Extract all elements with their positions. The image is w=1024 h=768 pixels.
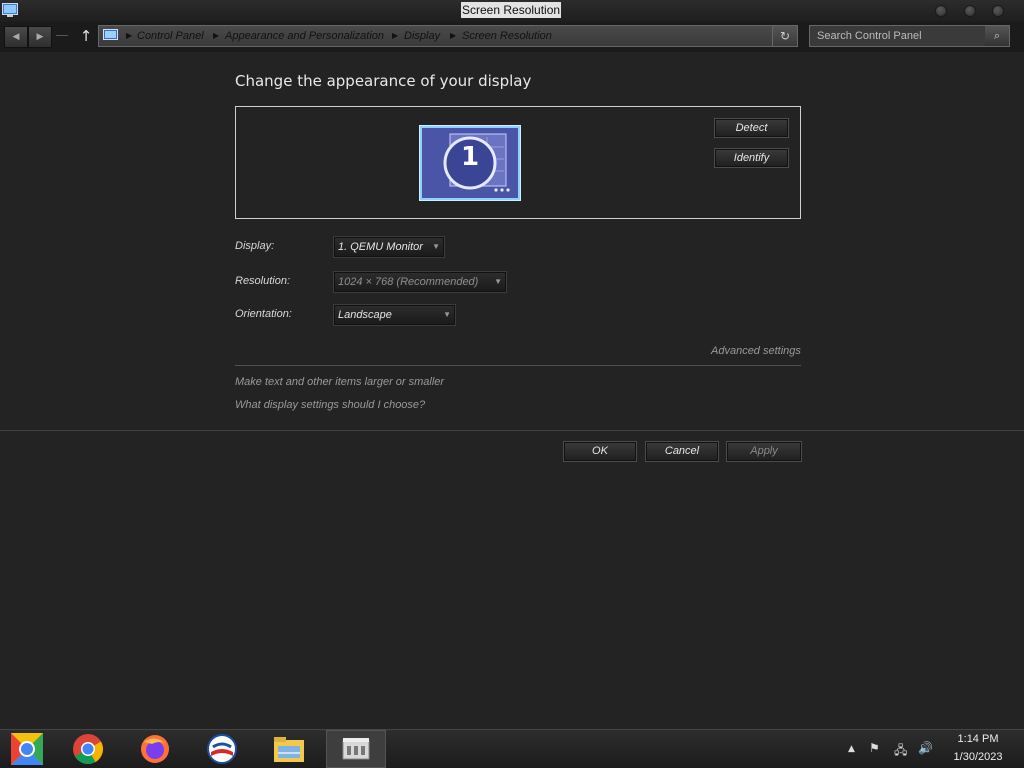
chrome-icon[interactable] [71, 732, 105, 766]
display-label: Display: [235, 240, 275, 252]
detect-button[interactable]: Detect [714, 118, 789, 138]
monitor-number: 1 [460, 142, 480, 172]
breadcrumb-display[interactable]: Display [404, 25, 440, 47]
app-circle-icon[interactable] [205, 732, 239, 766]
resolution-value: 1024 × 768 (Recommended) [338, 276, 479, 288]
apply-button[interactable]: Apply [726, 441, 802, 462]
display-value: 1. QEMU Monitor [338, 241, 423, 253]
display-app-icon [2, 3, 18, 17]
action-center-flag-icon[interactable]: ⚑ [869, 741, 880, 755]
chrome-canary-icon[interactable] [10, 732, 44, 766]
identify-button[interactable]: Identify [714, 148, 789, 168]
clock-time[interactable]: 1:14 PM [950, 733, 1006, 745]
resolution-label: Resolution: [235, 275, 291, 287]
breadcrumb-appearance[interactable]: Appearance and Personalization [225, 25, 384, 47]
orientation-value: Landscape [338, 309, 392, 321]
chevron-down-icon: ▼ [443, 310, 451, 319]
chevron-right-icon[interactable]: ▶ [126, 25, 132, 47]
show-hidden-icons-chevron-icon[interactable]: ▲ [848, 744, 855, 754]
monitor-1-icon[interactable]: 1 [419, 125, 521, 201]
back-button[interactable]: ◀ [4, 26, 28, 48]
cancel-button[interactable]: Cancel [645, 441, 719, 462]
ok-button[interactable]: OK [563, 441, 637, 462]
close-button[interactable] [992, 5, 1004, 17]
chevron-right-icon[interactable]: ▶ [392, 25, 398, 47]
search-input[interactable] [811, 27, 991, 45]
chevron-right-icon[interactable]: ▶ [213, 25, 219, 47]
page-title: Change the appearance of your display [235, 72, 532, 90]
breadcrumb-screen-resolution[interactable]: Screen Resolution [462, 25, 552, 47]
divider [235, 365, 801, 366]
advanced-settings-link[interactable]: Advanced settings [711, 345, 801, 357]
text-size-link[interactable]: Make text and other items larger or smal… [235, 376, 444, 388]
volume-icon[interactable]: 🔊 [918, 741, 933, 755]
network-icon[interactable]: 🖧 [894, 741, 907, 762]
resolution-dropdown[interactable]: 1024 × 768 (Recommended) ▼ [333, 271, 507, 293]
chevron-right-icon[interactable]: ▶ [450, 25, 456, 47]
search-icon[interactable]: ⌕ [985, 26, 1009, 46]
firefox-icon[interactable] [138, 732, 172, 766]
display-dropdown[interactable]: 1. QEMU Monitor ▼ [333, 236, 445, 258]
forward-button[interactable]: ▶ [28, 26, 52, 48]
control-panel-icon [103, 29, 118, 40]
orientation-label: Orientation: [235, 308, 292, 320]
breadcrumb-control-panel[interactable]: Control Panel [137, 25, 204, 47]
chevron-down-icon: ▼ [432, 242, 440, 251]
recent-pages-divider [56, 35, 68, 36]
footer-divider [0, 430, 1024, 431]
refresh-icon[interactable]: ↻ [772, 26, 797, 46]
window-title: Screen Resolution [461, 2, 562, 18]
clock-date[interactable]: 1/30/2023 [944, 751, 1012, 763]
display-settings-help-link[interactable]: What display settings should I choose? [235, 399, 425, 411]
maximize-button[interactable] [964, 5, 976, 17]
control-panel-icon [342, 738, 370, 760]
up-arrow-icon[interactable]: ↑ [78, 27, 94, 45]
chevron-down-icon: ▼ [494, 277, 502, 286]
file-explorer-icon[interactable] [272, 732, 306, 766]
minimize-button[interactable] [935, 5, 947, 17]
orientation-dropdown[interactable]: Landscape ▼ [333, 304, 456, 326]
